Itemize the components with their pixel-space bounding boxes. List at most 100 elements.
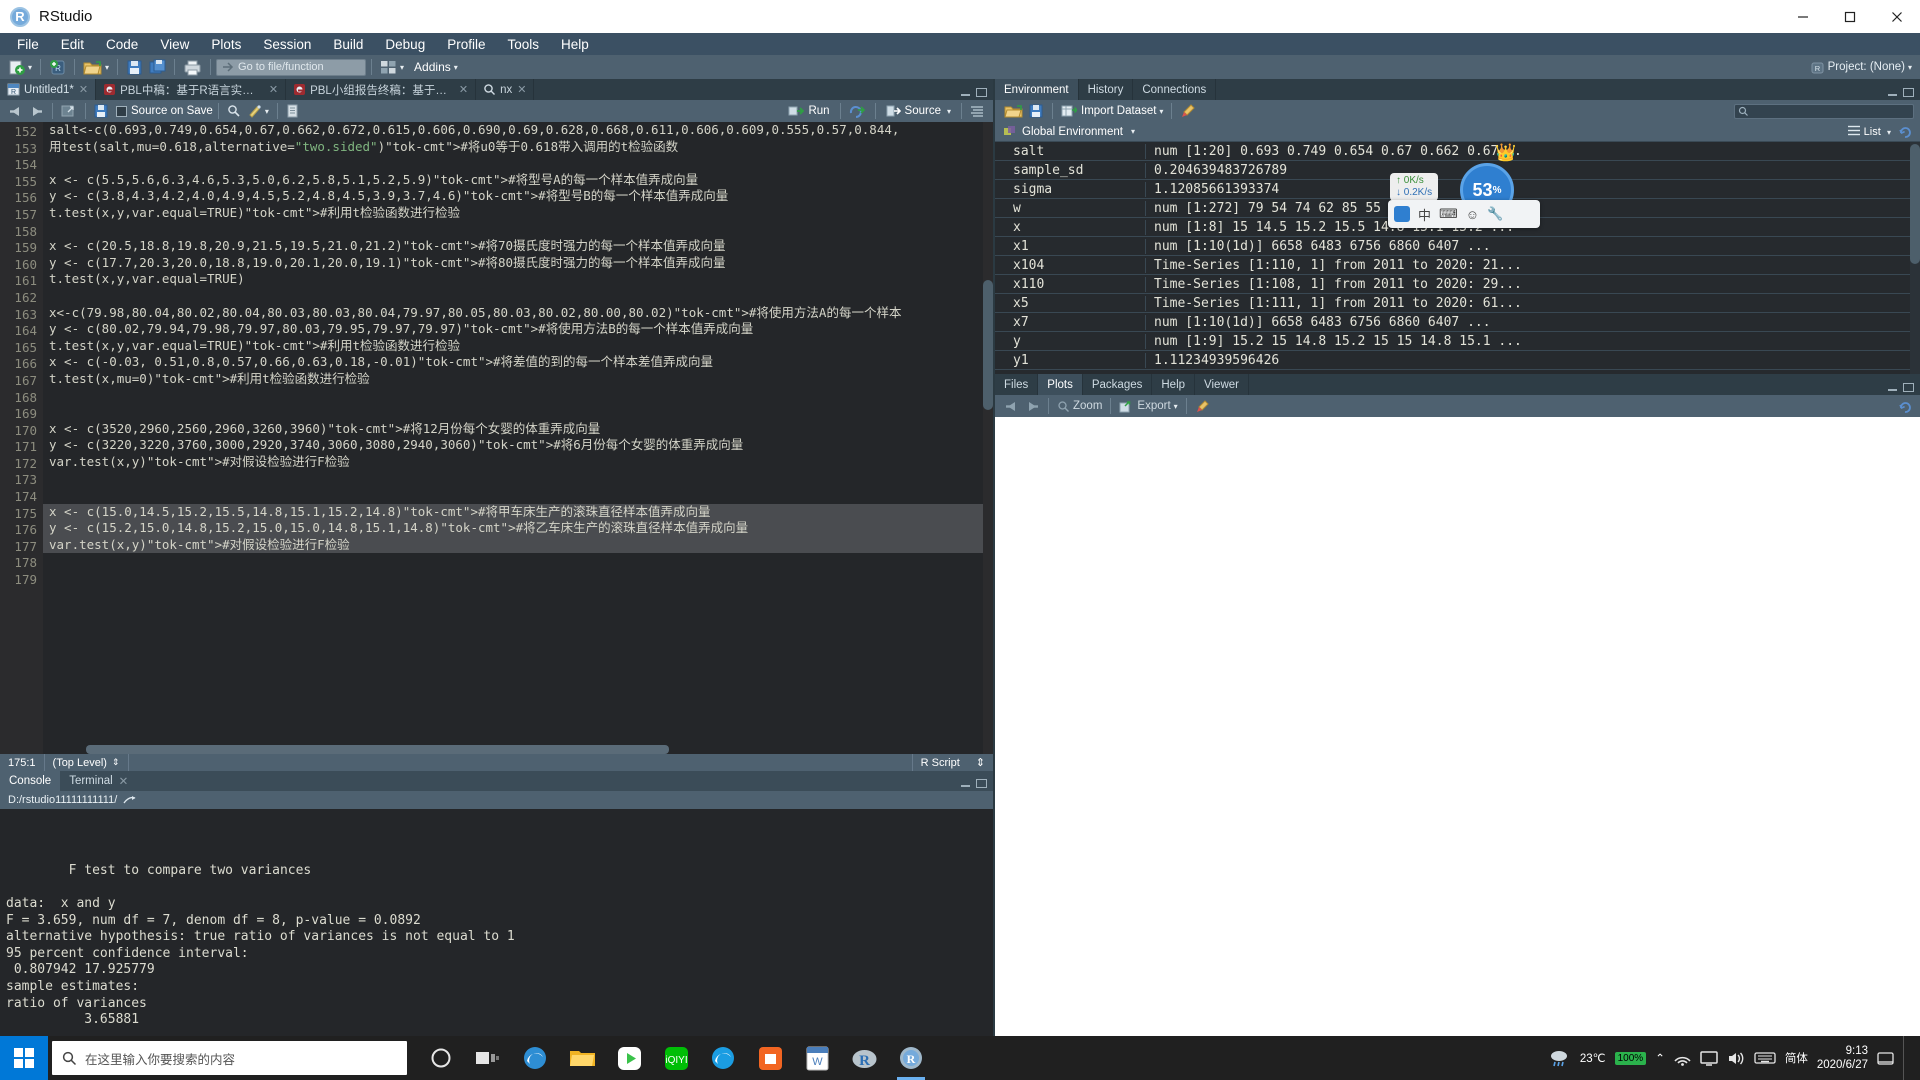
source-tab-nx[interactable]: nx ✕ (476, 79, 535, 100)
source-maximize-icon[interactable] (976, 88, 987, 97)
import-dataset-button[interactable]: Import Dataset ▾ (1058, 100, 1166, 122)
code-line[interactable]: x<-c(79.98,80.04,80.02,80.04,80.03,80.03… (43, 305, 993, 322)
code-line[interactable] (43, 288, 993, 305)
taskbar-iqiyi-icon[interactable]: iQIYI (654, 1036, 698, 1080)
sogou-icon[interactable] (1394, 206, 1410, 222)
global-environment-label[interactable]: Global Environment (1022, 126, 1123, 138)
tab-packages[interactable]: Packages (1083, 374, 1153, 395)
source-tab-pbl-midterm[interactable]: PBL中稿：基于R语言实现重庆房价走势… ✕ (96, 79, 287, 100)
tab-terminal-close-icon[interactable]: ✕ (119, 774, 129, 788)
code-tools-button[interactable]: ▾ (244, 100, 272, 122)
print-button[interactable] (180, 56, 205, 78)
code-line[interactable]: y <- c(3220,3220,3760,3000,2920,3740,306… (43, 437, 993, 454)
menu-help[interactable]: Help (550, 35, 600, 54)
source-tab-pbl-final[interactable]: PBL小组报告终稿：基于R语言实现重庆… ✕ (286, 79, 477, 100)
file-type-selector[interactable]: R Script (911, 754, 968, 771)
file-type-caret-icon[interactable]: ⇕ (968, 754, 993, 771)
monitor-icon[interactable] (1700, 1050, 1718, 1066)
environment-row[interactable]: y num [1:9] 15.2 15 14.8 15.2 15 15 14.8 … (995, 332, 1920, 351)
plots-zoom-button[interactable]: Zoom (1054, 395, 1105, 417)
menu-edit[interactable]: Edit (50, 35, 95, 54)
code-line[interactable] (43, 404, 993, 421)
rerun-button[interactable] (846, 100, 870, 122)
code-line[interactable]: x <- c(-0.03, 0.51,0.8,0.57,0.66,0.63,0.… (43, 354, 993, 371)
tab-environment[interactable]: Environment (995, 79, 1079, 100)
import-dataset-caret-icon[interactable]: ▾ (1159, 107, 1163, 116)
minimize-button[interactable] (1779, 0, 1826, 33)
tab-terminal[interactable]: Terminal ✕ (60, 771, 137, 791)
plots-export-caret-icon[interactable]: ▾ (1174, 402, 1178, 411)
taskbar-rgui-icon[interactable]: R (842, 1036, 886, 1080)
code-editor[interactable]: 152 153 154 155 156 157 158 159 160 161 162 163 164 1… (0, 122, 993, 754)
run-button[interactable]: Run (783, 104, 834, 118)
code-line[interactable]: salt<-c(0.693,0.749,0.654,0.67,0.662,0.6… (43, 122, 993, 139)
code-line[interactable] (43, 487, 993, 504)
source-tab-close-icon[interactable]: ✕ (269, 83, 278, 96)
code-line[interactable]: t.test(x,y,var.equal=TRUE) (43, 271, 993, 288)
new-file-caret-icon[interactable]: ▾ (28, 63, 32, 72)
compile-report-button[interactable] (283, 100, 302, 122)
source-on-save-checkbox[interactable] (112, 100, 131, 122)
taskbar-store-icon[interactable] (748, 1036, 792, 1080)
code-line[interactable] (43, 388, 993, 405)
editor-vertical-scrollbar[interactable] (983, 122, 993, 754)
addins-button[interactable]: Addins (414, 60, 451, 74)
project-selector[interactable]: R Project: (None) ▾ (1811, 61, 1912, 74)
source-tab-close-icon[interactable]: ✕ (79, 83, 88, 96)
plots-export-button[interactable]: Export ▾ (1116, 395, 1180, 417)
ime-keyboard-icon[interactable]: ⌨ (1439, 206, 1458, 222)
source-back-button[interactable] (5, 100, 26, 122)
scope-caret-icon[interactable]: ⇕ (112, 757, 120, 768)
code-line[interactable]: y <- c(80.02,79.94,79.98,79.97,80.03,79.… (43, 321, 993, 338)
taskbar-search-input[interactable]: 在这里输入你要搜索的内容 (52, 1041, 407, 1075)
source-caret-icon[interactable]: ▾ (947, 107, 951, 116)
taskbar-file-explorer-icon[interactable] (560, 1036, 604, 1080)
code-line[interactable]: t.test(x,mu=0)"tok-cmt">#利用t检验函数进行检验 (43, 371, 993, 388)
code-line[interactable] (43, 553, 993, 570)
tab-viewer[interactable]: Viewer (1195, 374, 1249, 395)
environment-row[interactable]: x104 Time-Series [1:110, 1] from 2011 to … (995, 256, 1920, 275)
tab-files[interactable]: Files (995, 374, 1039, 395)
menu-session[interactable]: Session (252, 35, 322, 54)
taskbar-edge-icon[interactable] (513, 1036, 557, 1080)
tab-help[interactable]: Help (1152, 374, 1196, 395)
ime-mode-label[interactable]: 中 (1418, 205, 1431, 224)
battery-badge[interactable]: 100% (1614, 1051, 1647, 1065)
new-file-button[interactable]: ▾ (5, 56, 35, 78)
save-all-button[interactable] (146, 56, 169, 78)
code-line[interactable]: var.test(x,y)"tok-cmt">#对假设检验进行F检验 (43, 536, 993, 554)
tab-console[interactable]: Console (0, 771, 61, 791)
notification-icon[interactable] (1877, 1051, 1894, 1066)
menu-plots[interactable]: Plots (200, 35, 252, 54)
addins-caret-icon[interactable]: ▾ (454, 63, 458, 72)
goto-file-function-input[interactable]: Go to file/function (216, 58, 367, 76)
environment-row[interactable]: x5 Time-Series [1:111, 1] from 2011 to 20… (995, 294, 1920, 313)
editor-horizontal-scrollbar[interactable] (86, 745, 983, 754)
source-button[interactable]: Source ▾ (881, 104, 956, 118)
code-line[interactable]: x <- c(15.0,14.5,15.2,15.5,14.8,15.1,15.… (43, 503, 993, 521)
plots-back-button[interactable] (1001, 395, 1022, 417)
project-caret-icon[interactable]: ▾ (1908, 63, 1912, 72)
editor-code-area[interactable]: salt<-c(0.693,0.749,0.654,0.67,0.662,0.6… (43, 122, 993, 754)
save-workspace-button[interactable] (1026, 100, 1047, 122)
environment-refresh-button[interactable] (1899, 125, 1912, 138)
code-line[interactable]: y <- c(15.2,15.0,14.8,15.2,15.0,15.0,14.… (43, 520, 993, 537)
workspace-panes-button[interactable]: ▾ (377, 56, 407, 78)
menu-debug[interactable]: Debug (374, 35, 436, 54)
weather-icon[interactable] (1549, 1049, 1571, 1067)
code-line[interactable]: t.test(x,y,var.equal=TRUE)"tok-cmt">#利用t… (43, 205, 993, 222)
tray-chevron-icon[interactable]: ⌃ (1655, 1051, 1665, 1065)
console-maximize-icon[interactable] (976, 779, 987, 788)
show-desktop-button[interactable] (1903, 1036, 1910, 1080)
tab-plots[interactable]: Plots (1038, 374, 1083, 395)
start-button[interactable] (0, 1036, 48, 1080)
source-tab-close-icon[interactable]: ✕ (517, 83, 526, 96)
code-line[interactable]: x <- c(3520,2960,2560,2960,3260,3960)"to… (43, 421, 993, 438)
document-outline-button[interactable] (967, 100, 987, 122)
environment-scrollbar[interactable] (1910, 142, 1920, 374)
code-tools-caret-icon[interactable]: ▾ (265, 107, 269, 116)
menu-view[interactable]: View (149, 35, 200, 54)
code-line[interactable] (43, 222, 993, 239)
ime-settings-icon[interactable]: 🔧 (1487, 206, 1503, 222)
environment-search-input[interactable] (1734, 103, 1914, 119)
